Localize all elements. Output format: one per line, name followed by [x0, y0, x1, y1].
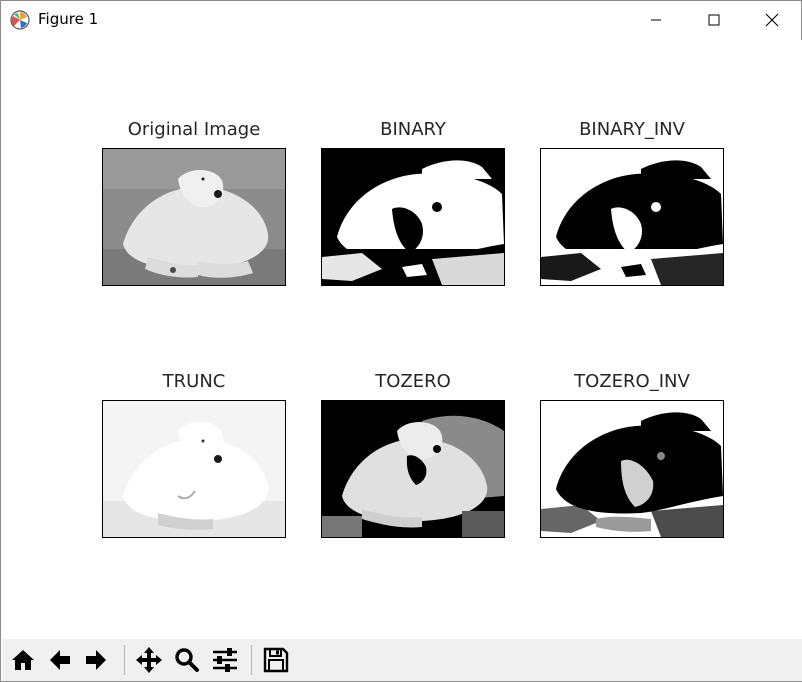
pan-button[interactable] [133, 642, 165, 678]
move-icon [136, 647, 162, 673]
configure-subplots-button[interactable] [209, 642, 241, 678]
minimize-button[interactable] [627, 1, 685, 39]
window-title: Figure 1 [38, 10, 99, 28]
panel-title-binary: BINARY [380, 119, 446, 140]
matplotlib-logo-icon [10, 10, 30, 30]
forward-button[interactable] [80, 642, 112, 678]
panel-title-trunc: TRUNC [162, 371, 226, 392]
home-icon [12, 650, 34, 670]
title-bar[interactable]: Figure 1 [1, 1, 801, 39]
close-icon [765, 13, 779, 27]
image-trunc [102, 400, 286, 538]
figure-canvas[interactable]: Original Image BINARY BINARY_INV TRUNC T… [2, 40, 802, 639]
save-button[interactable] [260, 642, 292, 678]
maximize-button[interactable] [685, 1, 743, 39]
image-binary [321, 148, 505, 286]
toolbar-separator [124, 645, 125, 675]
close-button[interactable] [743, 1, 801, 39]
panel-title-tozero: TOZERO [375, 371, 451, 392]
panel-title-original: Original Image [127, 119, 261, 140]
maximize-icon [708, 14, 720, 26]
image-binary-inv [540, 148, 724, 286]
panel-title-binary-inv: BINARY_INV [579, 119, 685, 140]
image-original [102, 148, 286, 286]
magnifier-icon [175, 648, 199, 672]
arrow-left-icon [50, 650, 70, 670]
toolbar-separator [251, 645, 252, 675]
floppy-disk-icon [263, 647, 289, 673]
image-tozero-inv [540, 400, 724, 538]
figure-window: Figure 1 Original Image BINARY BINARY_IN… [0, 0, 802, 682]
sliders-icon [213, 648, 237, 672]
navigation-toolbar [2, 639, 802, 681]
image-tozero [321, 400, 505, 538]
home-button[interactable] [7, 642, 39, 678]
zoom-button[interactable] [171, 642, 203, 678]
arrow-right-icon [86, 650, 106, 670]
panel-title-tozero-inv: TOZERO_INV [574, 371, 690, 392]
back-button[interactable] [44, 642, 76, 678]
minimize-icon [651, 19, 661, 21]
